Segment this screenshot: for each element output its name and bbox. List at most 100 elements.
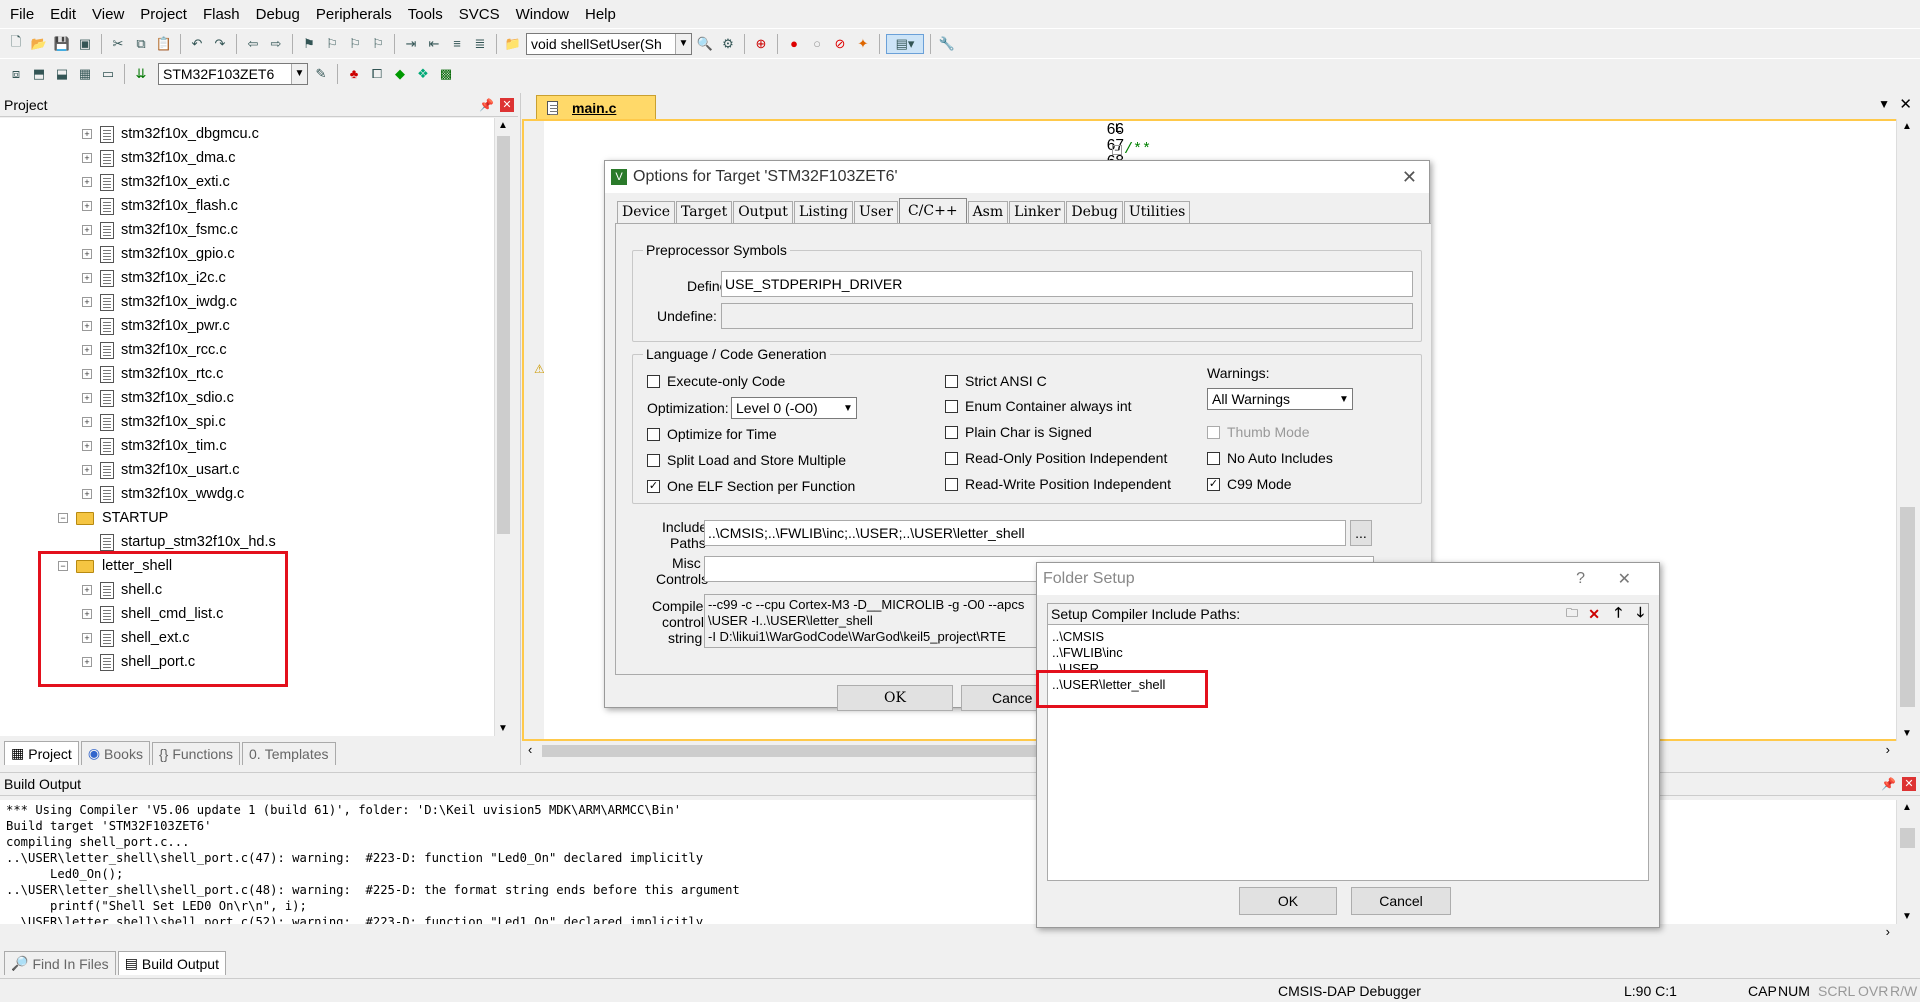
breakpoint-clear-icon[interactable]: ✦ xyxy=(853,34,873,54)
menu-peripherals[interactable]: Peripherals xyxy=(308,6,400,23)
menu-svcs[interactable]: SVCS xyxy=(451,6,508,23)
tree-file[interactable]: + stm32f10x_rcc.c xyxy=(82,338,227,362)
menu-window[interactable]: Window xyxy=(508,6,577,23)
pin-icon[interactable]: 📌 xyxy=(479,98,494,112)
expand-icon[interactable]: + xyxy=(82,393,92,403)
optimize-time-checkbox[interactable]: Optimize for Time xyxy=(647,426,777,442)
unindent-icon[interactable]: ⇤ xyxy=(424,34,444,54)
tab-build-output[interactable]: ▤ Build Output xyxy=(117,951,226,975)
menu-help[interactable]: Help xyxy=(577,6,624,23)
plain-char-checkbox[interactable]: Plain Char is Signed xyxy=(945,424,1092,440)
strict-ansi-checkbox[interactable]: Strict ANSI C xyxy=(945,373,1047,389)
breakpoint-icon[interactable]: ● xyxy=(784,34,804,54)
options-cancel-button[interactable]: Cance xyxy=(961,685,1041,711)
expand-icon[interactable]: + xyxy=(82,321,92,331)
undefine-input[interactable] xyxy=(721,303,1413,329)
include-path-item[interactable]: ..\CMSIS xyxy=(1052,629,1644,645)
undo-icon[interactable]: ↶ xyxy=(187,34,207,54)
find-icon[interactable]: 🔍 xyxy=(695,34,715,54)
redo-icon[interactable]: ↷ xyxy=(210,34,230,54)
expand-icon[interactable]: + xyxy=(82,441,92,451)
copy-icon[interactable]: ⧉ xyxy=(131,34,151,54)
expand-icon[interactable]: + xyxy=(82,201,92,211)
tree-file[interactable]: + stm32f10x_sdio.c xyxy=(82,386,234,410)
indent-icon[interactable]: ⇥ xyxy=(401,34,421,54)
folder-ok-button[interactable]: OK xyxy=(1239,887,1337,915)
menu-edit[interactable]: Edit xyxy=(42,6,84,23)
stop-build-icon[interactable]: ▭ xyxy=(98,64,118,84)
green-diamond-icon[interactable]: ◆ xyxy=(390,64,410,84)
translate-icon[interactable]: ⧈ xyxy=(6,64,26,84)
debug-start-icon[interactable]: ⊕ xyxy=(751,34,771,54)
warnings-select[interactable]: All Warnings ▼ xyxy=(1207,388,1353,410)
save-icon[interactable]: 💾 xyxy=(52,34,72,54)
tab-main-c[interactable]: main.c xyxy=(536,95,656,119)
expand-icon[interactable]: + xyxy=(82,489,92,499)
ro-position-checkbox[interactable]: Read-Only Position Independent xyxy=(945,450,1167,466)
new-folder-icon[interactable]: 🗀 xyxy=(1566,604,1578,625)
split-load-checkbox[interactable]: Split Load and Store Multiple xyxy=(647,452,846,468)
close-icon[interactable]: ✕ xyxy=(1902,777,1916,791)
tab-functions[interactable]: {} Functions xyxy=(151,742,241,765)
incremental-find-icon[interactable]: ⚙ xyxy=(718,34,738,54)
collapse-icon[interactable]: − xyxy=(58,513,68,523)
menu-flash[interactable]: Flash xyxy=(195,6,248,23)
target-options-icon[interactable]: ✎ xyxy=(311,64,331,84)
open-file-icon[interactable]: 📂 xyxy=(29,34,49,54)
tab-list-icon[interactable]: ▼ xyxy=(1878,97,1890,111)
tab-templates[interactable]: 0. Templates xyxy=(242,742,336,765)
new-file-icon[interactable]: 🗋 xyxy=(6,34,26,54)
comment-icon[interactable]: ≡ xyxy=(447,34,467,54)
breakpoint-gutter[interactable] xyxy=(524,121,544,739)
folder-list[interactable]: ..\CMSIS ..\FWLIB\inc ..\USER ..\USER\lette… xyxy=(1047,625,1649,881)
tab-project[interactable]: ▦ Project xyxy=(4,741,79,765)
tab-cc[interactable]: C/C++ xyxy=(898,198,967,224)
breakpoint-disable-icon[interactable]: ○ xyxy=(807,34,827,54)
close-editor-icon[interactable]: ✕ xyxy=(1899,95,1912,113)
tree-file[interactable]: + stm32f10x_spi.c xyxy=(82,410,226,434)
enum-container-checkbox[interactable]: Enum Container always int xyxy=(945,398,1132,414)
save-all-icon[interactable]: ▣ xyxy=(75,34,95,54)
options-ok-button[interactable]: OK xyxy=(837,685,953,711)
folder-cancel-button[interactable]: Cancel xyxy=(1351,887,1451,915)
execute-only-checkbox[interactable]: Execute-only Code xyxy=(647,373,785,389)
manage-components-icon[interactable]: ♣ xyxy=(344,64,364,84)
tree-file[interactable]: + stm32f10x_dma.c xyxy=(82,146,235,170)
expand-icon[interactable]: + xyxy=(82,225,92,235)
tree-file[interactable]: + stm32f10x_pwr.c xyxy=(82,314,230,338)
tree-file[interactable]: + stm32f10x_exti.c xyxy=(82,170,230,194)
move-down-icon[interactable]: 🡓 xyxy=(1637,602,1644,626)
menu-tools[interactable]: Tools xyxy=(400,6,451,23)
browse-include-button[interactable]: ... xyxy=(1350,520,1372,546)
find-in-files-icon[interactable]: 📁 xyxy=(503,34,523,54)
tree-file[interactable]: + stm32f10x_usart.c xyxy=(82,458,239,482)
select-software-packs-icon[interactable]: ▩ xyxy=(436,64,456,84)
menu-view[interactable]: View xyxy=(84,6,132,23)
download-icon[interactable]: ⇊ xyxy=(131,64,151,84)
delete-icon[interactable]: ✕ xyxy=(1588,606,1600,623)
define-input[interactable]: USE_STDPERIPH_DRIVER xyxy=(721,271,1413,297)
expand-icon[interactable]: + xyxy=(82,465,92,475)
expand-icon[interactable]: + xyxy=(82,417,92,427)
uncomment-icon[interactable]: ≣ xyxy=(470,34,490,54)
no-auto-includes-checkbox[interactable]: No Auto Includes xyxy=(1207,450,1333,466)
close-icon[interactable]: ✕ xyxy=(500,97,514,112)
file-extensions-icon[interactable]: ⧠ xyxy=(367,64,387,84)
tree-file[interactable]: + stm32f10x_iwdg.c xyxy=(82,290,237,314)
expand-icon[interactable]: + xyxy=(82,273,92,283)
target-combo[interactable]: STM32F103ZET6 ▼ xyxy=(158,62,308,85)
function-combo[interactable]: void shellSetUser(Sh ▼ xyxy=(526,32,692,55)
tree-group[interactable]: − STARTUP xyxy=(58,506,168,530)
cut-icon[interactable]: ✂ xyxy=(108,34,128,54)
tree-file[interactable]: + stm32f10x_wwdg.c xyxy=(82,482,244,506)
c99-mode-checkbox[interactable]: ✓ C99 Mode xyxy=(1207,476,1292,492)
optimization-select[interactable]: Level 0 (-O0) ▼ xyxy=(731,397,857,419)
close-icon[interactable]: ✕ xyxy=(1402,167,1417,188)
expand-icon[interactable]: + xyxy=(82,297,92,307)
rw-position-checkbox[interactable]: Read-Write Position Independent xyxy=(945,476,1171,492)
tree-file[interactable]: + stm32f10x_gpio.c xyxy=(82,242,235,266)
bookmark-next-icon[interactable]: ⚐ xyxy=(345,34,365,54)
expand-icon[interactable]: + xyxy=(82,369,92,379)
tree-file[interactable]: + stm32f10x_dbgmcu.c xyxy=(82,122,259,146)
paste-icon[interactable]: 📋 xyxy=(154,34,174,54)
